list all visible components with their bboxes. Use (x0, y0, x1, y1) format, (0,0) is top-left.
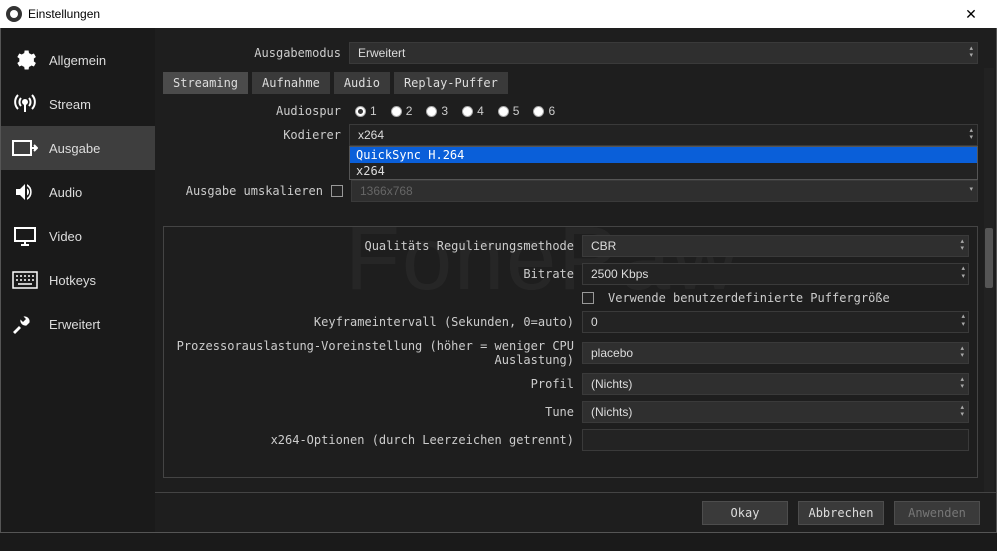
chevron-updown-icon: ▴▾ (960, 404, 964, 418)
apply-button[interactable]: Anwenden (894, 501, 980, 525)
output-icon (11, 136, 39, 160)
audiotrack-row: Audiospur 1 2 3 4 5 6 (163, 104, 978, 118)
spinner-icon[interactable]: ▴▾ (961, 265, 965, 281)
preset-label: Prozessorauslastung-Voreinstellung (höhe… (172, 339, 574, 367)
radio-icon (391, 106, 402, 117)
sidebar-item-label: Ausgabe (49, 141, 100, 156)
gear-icon (11, 48, 39, 72)
radio-icon (533, 106, 544, 117)
sidebar-item-label: Stream (49, 97, 91, 112)
radio-icon (355, 106, 366, 117)
rescale-label: Ausgabe umskalieren (163, 184, 323, 198)
profile-select[interactable]: (Nichts) ▴▾ (582, 373, 969, 395)
bitrate-input[interactable]: 2500 Kbps ▴▾ (582, 263, 969, 285)
keyframe-label: Keyframeintervall (Sekunden, 0=auto) (172, 315, 574, 329)
sidebar-item-label: Erweitert (49, 317, 100, 332)
bitrate-value: 2500 Kbps (591, 267, 648, 281)
x264opts-input[interactable] (582, 429, 969, 451)
output-mode-label: Ausgabemodus (163, 46, 341, 60)
window-body: Allgemein Stream Ausgabe Audio Video Hot… (0, 28, 997, 533)
quality-value: CBR (591, 239, 616, 253)
tab-audio[interactable]: Audio (334, 72, 390, 94)
dialog-footer: Okay Abbrechen Anwenden (155, 492, 996, 532)
sidebar-item-erweitert[interactable]: Erweitert (1, 302, 155, 346)
titlebar: Einstellungen ✕ (0, 0, 997, 28)
output-mode-value: Erweitert (358, 46, 405, 60)
encoder-value: x264 (358, 128, 384, 142)
output-tabs: Streaming Aufnahme Audio Replay-Puffer (163, 72, 978, 94)
content-area: FonePaw Ausgabemodus Erweitert ▴▾ Stream… (155, 28, 996, 532)
audiotrack-2[interactable]: 2 (391, 104, 413, 118)
sidebar-item-label: Audio (49, 185, 82, 200)
audiotrack-6[interactable]: 6 (533, 104, 555, 118)
sidebar-item-audio[interactable]: Audio (1, 170, 155, 214)
app-icon (6, 6, 22, 22)
radio-icon (426, 106, 437, 117)
ok-button[interactable]: Okay (702, 501, 788, 525)
audiotrack-4[interactable]: 4 (462, 104, 484, 118)
tune-label: Tune (172, 405, 574, 419)
encoder-select[interactable]: x264 ▴▾ (349, 124, 978, 146)
rescale-checkbox[interactable] (331, 185, 343, 197)
tools-icon (11, 312, 39, 336)
radio-icon (462, 106, 473, 117)
monitor-icon (11, 224, 39, 248)
chevron-updown-icon: ▴▾ (960, 345, 964, 359)
output-mode-select[interactable]: Erweitert ▴▾ (349, 42, 978, 64)
encoder-option-quicksync[interactable]: QuickSync H.264 (350, 147, 977, 163)
tab-replay-puffer[interactable]: Replay-Puffer (394, 72, 508, 94)
profile-value: (Nichts) (591, 377, 632, 391)
audiotrack-3[interactable]: 3 (426, 104, 448, 118)
antenna-icon (11, 92, 39, 116)
audiotrack-label: Audiospur (163, 104, 341, 118)
tab-aufnahme[interactable]: Aufnahme (252, 72, 330, 94)
quality-select[interactable]: CBR ▴▾ (582, 235, 969, 257)
chevron-updown-icon: ▴▾ (969, 45, 973, 59)
chevron-updown-icon: ▴▾ (969, 127, 973, 141)
spinner-icon[interactable]: ▴▾ (961, 313, 965, 329)
chevron-updown-icon: ▴▾ (960, 238, 964, 252)
audiotrack-1[interactable]: 1 (355, 104, 377, 118)
sidebar-item-label: Hotkeys (49, 273, 96, 288)
scrollbar[interactable] (984, 68, 994, 518)
keyboard-icon (11, 268, 39, 292)
sidebar-item-stream[interactable]: Stream (1, 82, 155, 126)
encoder-label: Kodierer (163, 128, 341, 142)
radio-icon (498, 106, 509, 117)
tune-value: (Nichts) (591, 405, 632, 419)
keyframe-input[interactable]: 0 ▴▾ (582, 311, 969, 333)
rescale-value: 1366x768 (360, 184, 413, 198)
sidebar-item-ausgabe[interactable]: Ausgabe (1, 126, 155, 170)
encoder-settings-panel: Qualitäts Regulierungsmethode CBR ▴▾ Bit… (163, 226, 978, 478)
speaker-icon (11, 180, 39, 204)
custom-buffer-label: Verwende benutzerdefinierte Puffergröße (608, 291, 890, 305)
sidebar-item-video[interactable]: Video (1, 214, 155, 258)
tune-select[interactable]: (Nichts) ▴▾ (582, 401, 969, 423)
chevron-down-icon: ▾ (969, 186, 973, 193)
x264opts-label: x264-Optionen (durch Leerzeichen getrenn… (172, 433, 574, 447)
sidebar-item-hotkeys[interactable]: Hotkeys (1, 258, 155, 302)
sidebar-item-label: Allgemein (49, 53, 106, 68)
preset-select[interactable]: placebo ▴▾ (582, 342, 969, 364)
rescale-select[interactable]: 1366x768 ▾ (351, 180, 978, 202)
encoder-option-x264[interactable]: x264 (350, 163, 977, 179)
keyframe-value: 0 (591, 315, 598, 329)
quality-label: Qualitäts Regulierungsmethode (172, 239, 574, 253)
encoder-dropdown: QuickSync H.264 x264 (349, 146, 978, 180)
sidebar: Allgemein Stream Ausgabe Audio Video Hot… (1, 28, 155, 532)
cancel-button[interactable]: Abbrechen (798, 501, 884, 525)
profile-label: Profil (172, 377, 574, 391)
sidebar-item-label: Video (49, 229, 82, 244)
preset-value: placebo (591, 346, 633, 360)
audiotrack-5[interactable]: 5 (498, 104, 520, 118)
window-title: Einstellungen (28, 7, 951, 21)
scrollbar-thumb[interactable] (985, 228, 993, 288)
sidebar-item-allgemein[interactable]: Allgemein (1, 38, 155, 82)
bitrate-label: Bitrate (172, 267, 574, 281)
close-button[interactable]: ✕ (951, 0, 991, 28)
custom-buffer-checkbox[interactable] (582, 292, 594, 304)
tab-streaming[interactable]: Streaming (163, 72, 248, 94)
chevron-updown-icon: ▴▾ (960, 376, 964, 390)
